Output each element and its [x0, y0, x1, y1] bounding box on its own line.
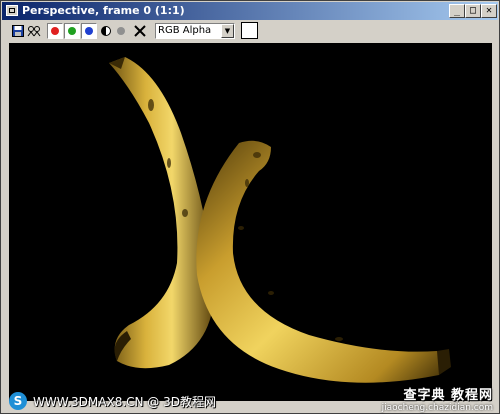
watermark-site-title: 查字典 教程网	[403, 388, 493, 403]
bananas-render	[109, 57, 451, 383]
banana-back	[109, 57, 215, 369]
chevron-down-icon[interactable]: ▼	[221, 24, 234, 38]
maximize-button[interactable]: □	[465, 4, 481, 18]
minimize-button[interactable]: _	[449, 4, 465, 18]
render-window: Perspective, frame 0 (1:1) _ □ ✕ RGB Alp…	[0, 0, 500, 414]
toolbar: RGB Alpha ▼	[2, 20, 498, 42]
red-channel-icon	[51, 27, 59, 35]
alpha-channel-icon[interactable]	[113, 23, 129, 39]
render-viewport	[9, 43, 492, 401]
watermark-left-text: WWW.3DMAX8.CN @ 3D教程网	[33, 394, 217, 409]
background-color-swatch[interactable]	[241, 22, 258, 39]
close-button[interactable]: ✕	[481, 4, 497, 18]
watermark-right: 查字典 教程网 jiaocheng.chazidian.com	[382, 384, 493, 413]
clone-icon[interactable]	[26, 23, 42, 39]
green-channel-icon	[68, 27, 76, 35]
save-icon[interactable]	[10, 23, 26, 39]
watermark-site-url: jiaocheng.chazidian.com	[381, 403, 493, 413]
channel-select[interactable]: RGB Alpha ▼	[155, 23, 235, 39]
watermark-logo: S	[9, 392, 27, 410]
banana-front	[196, 140, 444, 383]
clear-icon[interactable]	[132, 23, 148, 39]
title-bar[interactable]: Perspective, frame 0 (1:1) _ □ ✕	[2, 2, 498, 20]
red-channel-button[interactable]	[47, 23, 63, 39]
green-channel-button[interactable]	[64, 23, 80, 39]
window-icon	[6, 5, 18, 16]
blue-channel-icon	[85, 27, 93, 35]
blue-channel-button[interactable]	[81, 23, 97, 39]
window-title: Perspective, frame 0 (1:1)	[22, 4, 185, 17]
mono-icon[interactable]	[98, 23, 114, 39]
channel-select-value: RGB Alpha	[158, 25, 212, 36]
watermark-left: S WWW.3DMAX8.CN @ 3D教程网	[9, 390, 216, 412]
